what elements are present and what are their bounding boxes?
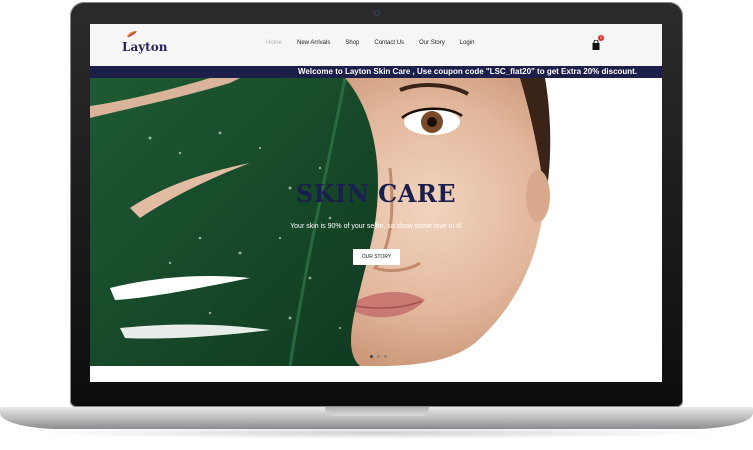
- nav-contact-us[interactable]: Contact Us: [374, 40, 404, 46]
- nav-home[interactable]: Home: [266, 40, 282, 46]
- hero-slider: SKIN CARE Your skin is 90% of your selfi…: [90, 78, 662, 366]
- nav-new-arrivals[interactable]: New Arrivals: [297, 40, 330, 46]
- page-below-fold: [90, 366, 662, 382]
- shopping-bag-icon: [592, 40, 600, 50]
- slider-dot[interactable]: [370, 355, 373, 358]
- hero-image: [90, 78, 662, 366]
- cart-button[interactable]: 0: [592, 35, 604, 50]
- nav-login[interactable]: Login: [460, 40, 475, 46]
- hero-title: SKIN CARE: [295, 179, 457, 208]
- cart-count-badge: 0: [598, 35, 604, 41]
- our-story-button[interactable]: OUR STORY: [353, 249, 400, 265]
- nav-our-story[interactable]: Our Story: [419, 40, 445, 46]
- leaf-icon: [127, 31, 137, 38]
- slider-dot[interactable]: [384, 355, 387, 358]
- browser-screen: Layton Home New Arrivals Shop Contact Us…: [90, 24, 662, 382]
- brand-name: Layton: [122, 40, 168, 54]
- webcam-icon: [374, 10, 380, 16]
- nav-shop[interactable]: Shop: [345, 40, 359, 46]
- main-nav: Home New Arrivals Shop Contact Us Our St…: [266, 40, 489, 46]
- laptop-hinge-notch: [325, 407, 429, 416]
- slider-dot[interactable]: [377, 355, 380, 358]
- site-header: Layton Home New Arrivals Shop Contact Us…: [90, 24, 662, 66]
- announcement-bar: Welcome to Layton Skin Care , Use coupon…: [90, 66, 662, 78]
- hero-subtitle: Your skin is 90% of your selfie, so show…: [290, 223, 462, 230]
- laptop-shadow: [30, 427, 723, 439]
- slider-dots: [370, 355, 387, 358]
